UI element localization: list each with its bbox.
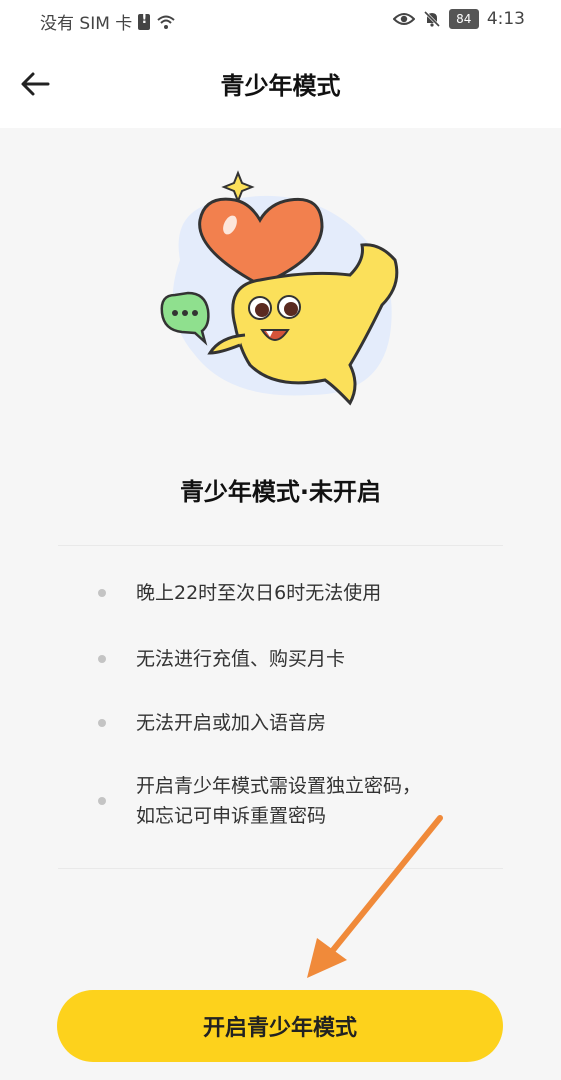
- clock: 4:13: [486, 9, 525, 29]
- header: 青少年模式: [0, 42, 561, 128]
- status-left: 没有 SIM 卡: [40, 9, 176, 34]
- bullet-icon: [98, 719, 106, 727]
- page-title: 青少年模式: [220, 72, 341, 100]
- list-item-text: 晚上22时至次日6时无法使用: [136, 582, 382, 604]
- eye-icon: [392, 13, 415, 25]
- list-item-text: 无法开启或加入语音房: [136, 712, 327, 734]
- annotation-arrow-icon: [307, 815, 443, 978]
- wifi-icon: [157, 15, 175, 29]
- sim-alert-icon: [138, 12, 151, 30]
- bullet-icon: [98, 589, 106, 597]
- mode-status-title: 青少年模式·未开启: [179, 478, 382, 506]
- battery-icon: 84: [448, 9, 479, 29]
- divider-top: [58, 545, 503, 546]
- bullet-icon: [98, 797, 106, 805]
- mute-bell-icon: [423, 10, 440, 28]
- list-item-text: 无法进行充值、购买月卡: [136, 648, 346, 670]
- enable-teen-mode-button[interactable]: 开启青少年模式: [57, 990, 503, 1062]
- sparkle-icon: [221, 170, 255, 204]
- carrier-text: 没有 SIM 卡: [40, 14, 133, 34]
- status-bar: 没有 SIM 卡 84 4:13: [0, 0, 561, 42]
- mascot-illustration: [160, 170, 399, 406]
- status-right: 84 4:13: [392, 9, 525, 29]
- bullet-icon: [98, 655, 106, 663]
